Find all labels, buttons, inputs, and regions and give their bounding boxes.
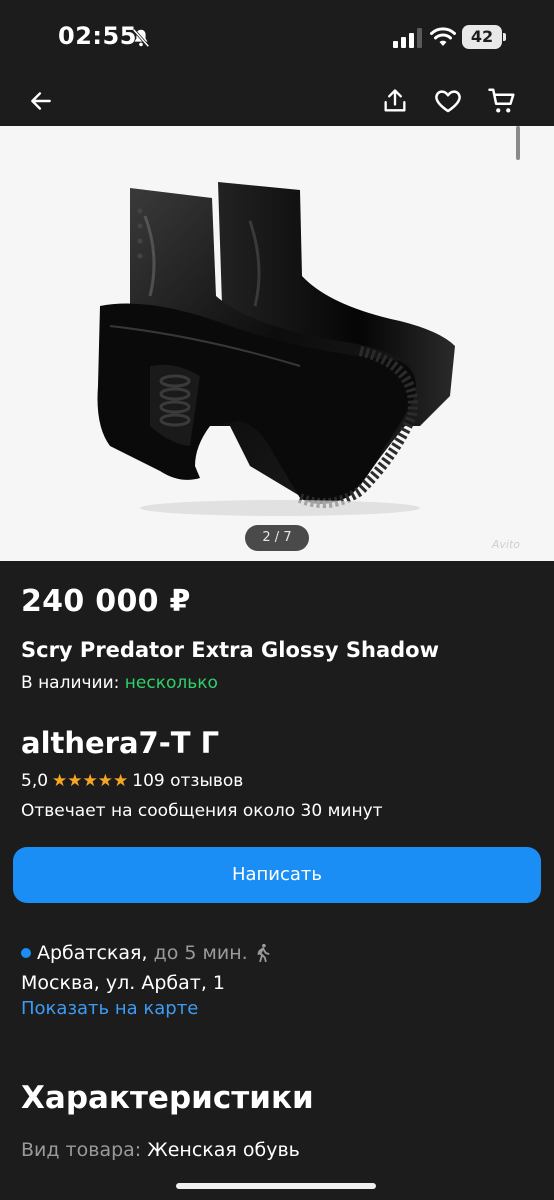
availability: В наличии: несколько bbox=[21, 673, 218, 693]
reviews-count: 109 отзывов bbox=[132, 771, 244, 791]
listing-title: Scry Predator Extra Glossy Shadow bbox=[21, 638, 439, 662]
screen: 02:55 42 2 / 7 Avito 240 000 ₽ Scry Pred… bbox=[0, 0, 554, 1200]
spec-row: Вид товара: Женская обувь bbox=[21, 1139, 300, 1161]
walking-icon bbox=[257, 943, 270, 963]
spec-label: Вид товара: bbox=[21, 1139, 142, 1161]
product-image bbox=[0, 126, 554, 561]
show-on-map-link[interactable]: Показать на карте bbox=[21, 998, 198, 1019]
battery-indicator: 42 bbox=[462, 25, 506, 49]
top-bar bbox=[0, 76, 554, 126]
seller-name[interactable]: althera7-Т Г bbox=[21, 726, 219, 760]
metro-line-icon bbox=[21, 948, 31, 958]
product-gallery[interactable]: 2 / 7 Avito bbox=[0, 126, 554, 561]
availability-value: несколько bbox=[124, 673, 218, 693]
avito-watermark: Avito bbox=[491, 538, 520, 551]
signal-icon bbox=[393, 28, 422, 48]
address: Москва, ул. Арбат, 1 bbox=[21, 972, 225, 994]
characteristics-title: Характеристики bbox=[21, 1080, 314, 1116]
metro-station: Арбатская, bbox=[37, 942, 148, 964]
share-button[interactable] bbox=[378, 84, 412, 118]
metro-time: до 5 мин. bbox=[153, 942, 248, 964]
bell-off-icon bbox=[132, 28, 150, 48]
back-button[interactable] bbox=[24, 84, 58, 118]
response-time: Отвечает на сообщения около 30 минут bbox=[21, 801, 383, 821]
write-message-button[interactable]: Написать bbox=[13, 847, 541, 903]
status-bar: 02:55 42 bbox=[0, 0, 554, 76]
spec-value: Женская обувь bbox=[147, 1139, 300, 1161]
home-indicator[interactable] bbox=[176, 1183, 376, 1189]
gallery-page-indicator: 2 / 7 bbox=[245, 525, 309, 551]
heart-icon bbox=[435, 90, 461, 113]
share-icon bbox=[384, 89, 406, 112]
gallery-scrollbar bbox=[516, 126, 520, 160]
status-time: 02:55 bbox=[58, 22, 137, 50]
wifi-icon bbox=[430, 27, 456, 46]
cart-button[interactable] bbox=[485, 84, 519, 118]
cart-icon bbox=[488, 88, 515, 113]
battery-level: 42 bbox=[470, 27, 494, 46]
favorite-button[interactable] bbox=[431, 84, 465, 118]
arrow-left-icon bbox=[31, 92, 51, 110]
rating-value: 5,0 bbox=[21, 771, 49, 791]
seller-rating[interactable]: 5,0 ★★★★★ 109 отзывов bbox=[21, 771, 243, 791]
metro-info: Арбатская, до 5 мин. bbox=[21, 942, 274, 964]
rating-stars-icon: ★★★★★ bbox=[52, 771, 129, 791]
availability-label: В наличии: bbox=[21, 673, 120, 693]
price: 240 000 ₽ bbox=[21, 584, 191, 619]
